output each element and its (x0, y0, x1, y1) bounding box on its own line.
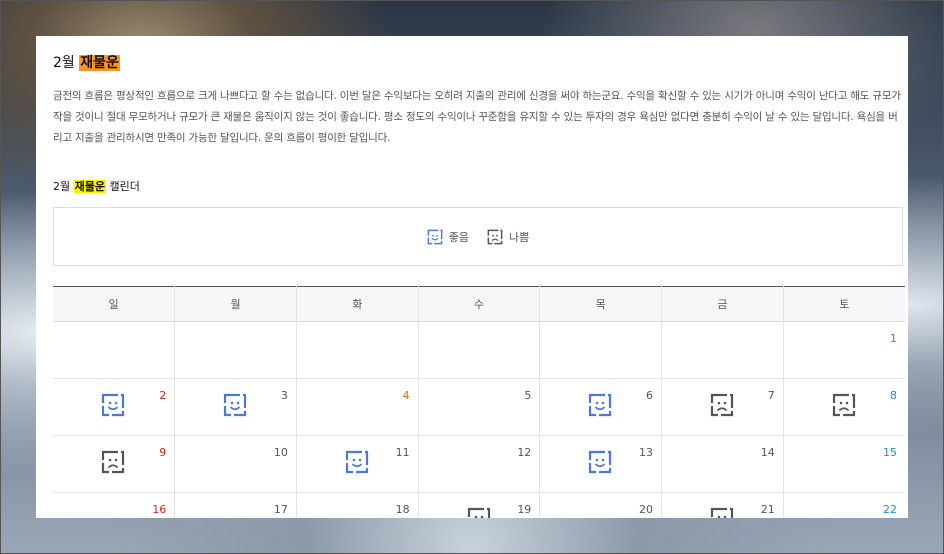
calendar-day-cell: 18 (296, 492, 419, 518)
calendar-day-cell: 19 (418, 492, 541, 518)
calendar-day-cell: 9 (53, 435, 176, 493)
day-number: 13 (639, 446, 654, 459)
day-number: 12 (517, 446, 532, 459)
calendar-week-row: 1 (53, 321, 905, 379)
smile-icon (101, 393, 125, 417)
smile-icon (345, 450, 369, 474)
calendar-week-row: 16 17 18 19 20 21 22 (53, 492, 905, 518)
frown-icon (710, 393, 734, 417)
weekday-tue: 화 (296, 286, 419, 322)
calendar-day-cell: 20 (539, 492, 663, 518)
calendar-day-cell: 12 (418, 435, 541, 493)
calendar-day-cell: 10 (174, 435, 297, 493)
day-number: 6 (646, 389, 654, 402)
calendar-day-cell: 11 (296, 435, 419, 493)
calendar-title-suffix: 캘린더 (109, 180, 140, 193)
title-highlight: 재물운 (79, 55, 120, 71)
day-number: 8 (890, 389, 897, 402)
calendar-day-cell: 7 (661, 378, 784, 436)
smile-icon (589, 450, 612, 474)
frown-icon (487, 229, 503, 244)
frown-icon (710, 507, 734, 518)
calendar-day-cell: 5 (418, 378, 541, 436)
calendar-week-row: 2 3 4 5 6 7 8 (53, 378, 905, 436)
calendar-day-cell: 16 (53, 492, 176, 518)
calendar-day-cell: 2 (53, 378, 176, 436)
calendar-day-cell: 8 (783, 378, 905, 436)
page-title: 2월 재물운 (53, 52, 120, 72)
day-number: 7 (767, 389, 775, 402)
day-number: 21 (760, 503, 775, 516)
weekday-header-row: 일 월 화 수 목 금 토 (53, 286, 905, 322)
calendar-day-cell (418, 321, 541, 379)
calendar-day-cell: 21 (661, 492, 784, 518)
day-number: 14 (760, 446, 775, 459)
day-number: 11 (395, 446, 410, 459)
weekday-thu: 목 (539, 286, 663, 322)
calendar-day-cell (661, 321, 784, 379)
calendar-day-cell: 14 (661, 435, 784, 493)
day-number: 19 (517, 503, 532, 516)
weekday-mon: 월 (174, 286, 297, 322)
legend-good: 좋음 (427, 229, 469, 245)
legend-bad-label: 나쁨 (509, 230, 530, 244)
day-number: 17 (273, 503, 288, 516)
frown-icon (101, 450, 125, 474)
calendar-day-cell: 22 (783, 492, 905, 518)
day-number: 10 (273, 446, 288, 459)
calendar-title-month: 2월 (53, 180, 71, 193)
calendar-body: 1 2 3 4 5 6 7 8 9 10 11 12 13 14 15 16 17 18 19 20 21 22 (53, 321, 905, 518)
legend-good-label: 좋음 (448, 230, 469, 244)
calendar-day-cell (53, 321, 176, 379)
weekday-sat: 토 (783, 286, 905, 322)
calendar-title-highlight: 재물운 (73, 180, 106, 193)
day-number: 4 (402, 389, 410, 402)
day-number: 9 (159, 446, 167, 459)
calendar-day-cell: 1 (783, 321, 905, 379)
fortune-panel: 2월 재물운 금전의 흐름은 평상적인 흐름으로 크게 나쁘다고 할 수는 없습… (36, 36, 908, 518)
day-number: 22 (883, 503, 897, 516)
day-number: 1 (890, 332, 897, 345)
day-number: 18 (395, 503, 410, 516)
day-number: 16 (152, 503, 167, 516)
calendar-day-cell (296, 321, 419, 379)
day-number: 5 (524, 389, 532, 402)
day-number: 20 (639, 503, 654, 516)
weekday-fri: 금 (661, 286, 784, 322)
calendar-day-cell (539, 321, 663, 379)
calendar-day-cell: 6 (539, 378, 663, 436)
calendar-legend: 좋음 나쁨 (53, 207, 903, 266)
smile-icon (589, 393, 612, 417)
title-month: 2월 (53, 55, 75, 71)
calendar-day-cell: 15 (783, 435, 905, 493)
calendar-week-row: 9 10 11 12 13 14 15 (53, 435, 905, 493)
fortune-description: 금전의 흐름은 평상적인 흐름으로 크게 나쁘다고 할 수는 없습니다. 이번 … (53, 90, 901, 144)
fortune-calendar: 일 월 화 수 목 금 토 1 2 3 4 5 6 7 8 9 10 11 12 13 14 15 16 17 1… (53, 286, 905, 518)
calendar-day-cell (174, 321, 297, 379)
calendar-day-cell: 17 (174, 492, 297, 518)
weekday-wed: 수 (418, 286, 541, 322)
weekday-sun: 일 (53, 286, 176, 322)
day-number: 3 (280, 389, 288, 402)
smile-icon (224, 393, 247, 417)
calendar-title: 2월 재물운 캘린더 (53, 178, 140, 194)
legend-bad: 나쁨 (487, 229, 529, 245)
frown-icon (467, 507, 490, 518)
calendar-day-cell: 3 (174, 378, 297, 436)
frown-icon (832, 393, 855, 417)
calendar-day-cell: 4 (296, 378, 419, 436)
smile-icon (427, 229, 443, 244)
calendar-day-cell: 13 (539, 435, 663, 493)
day-number: 15 (883, 446, 897, 459)
day-number: 2 (159, 389, 167, 402)
